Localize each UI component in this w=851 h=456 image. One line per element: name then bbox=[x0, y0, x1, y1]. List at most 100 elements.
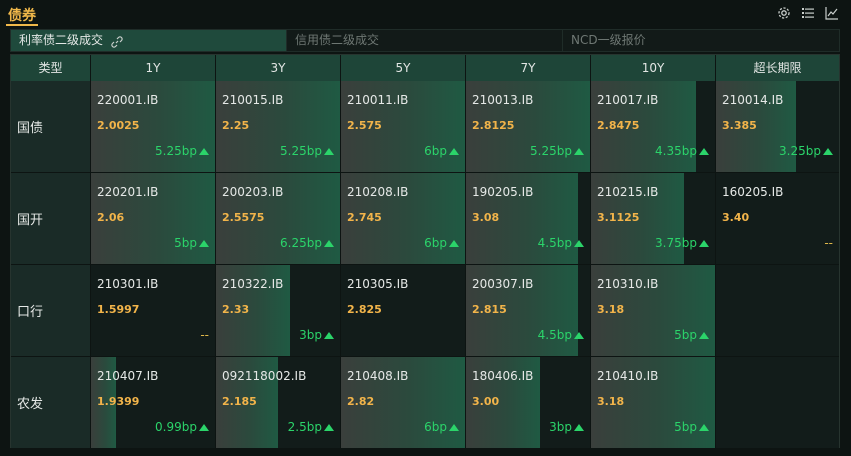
panel-header: 债券 bbox=[0, 0, 851, 28]
bond-cell[interactable]: 220001.IB 2.0025 5.25bp bbox=[91, 81, 216, 173]
bond-code: 190205.IB bbox=[472, 185, 534, 199]
bond-cell[interactable]: 092118002.IB 2.185 2.5bp bbox=[216, 357, 341, 449]
bond-cell[interactable]: 200307.IB 2.815 4.5bp bbox=[466, 265, 591, 357]
bond-cell[interactable]: 210013.IB 2.8125 5.25bp bbox=[466, 81, 591, 173]
up-arrow-icon bbox=[699, 239, 709, 247]
bond-yield: 2.33 bbox=[222, 303, 250, 316]
bond-cell[interactable]: 160205.IB 3.40 -- bbox=[716, 173, 839, 265]
line-chart-icon[interactable] bbox=[825, 6, 839, 20]
gear-icon[interactable] bbox=[777, 6, 791, 20]
bond-cell[interactable]: 210208.IB 2.745 6bp bbox=[341, 173, 466, 265]
bond-cell[interactable]: 220201.IB 2.06 5bp bbox=[91, 173, 216, 265]
tab-rate-bond-secondary[interactable]: 利率债二级成交 bbox=[11, 30, 287, 51]
bond-code: 200203.IB bbox=[222, 185, 284, 199]
up-arrow-icon bbox=[199, 423, 209, 431]
tab-bar: 利率债二级成交 信用债二级成交 NCD一级报价 bbox=[10, 29, 840, 52]
bond-code: 092118002.IB bbox=[222, 369, 307, 383]
yield-change-value: 6bp bbox=[424, 144, 447, 158]
bond-cell[interactable]: 210014.IB 3.385 3.25bp bbox=[716, 81, 839, 173]
bond-cell[interactable]: 210215.IB 3.1125 3.75bp bbox=[591, 173, 716, 265]
column-header-10y: 10Y bbox=[591, 55, 716, 81]
table-row: 国开 220201.IB 2.06 5bp 200203.IB 2.5575 6.25bp 2… bbox=[11, 173, 839, 265]
bond-yield: 3.18 bbox=[597, 395, 625, 408]
tab-ncd-primary-quote[interactable]: NCD一级报价 bbox=[563, 30, 839, 51]
yield-change-value: -- bbox=[824, 236, 833, 250]
column-header-7y: 7Y bbox=[466, 55, 591, 81]
yield-change-value: 5.25bp bbox=[280, 144, 322, 158]
bond-cell[interactable]: 210407.IB 1.9399 0.99bp bbox=[91, 357, 216, 449]
yield-change-value: 5.25bp bbox=[530, 144, 572, 158]
bond-yield: 3.18 bbox=[597, 303, 625, 316]
yield-change: 3bp bbox=[299, 328, 334, 342]
bond-yield: 2.25 bbox=[222, 119, 250, 132]
yield-change-value: 5bp bbox=[674, 328, 697, 342]
up-arrow-icon bbox=[574, 147, 584, 155]
bond-cell[interactable]: 210017.IB 2.8475 4.35bp bbox=[591, 81, 716, 173]
bond-yield: 3.08 bbox=[472, 211, 500, 224]
bond-yield: 2.8125 bbox=[472, 119, 515, 132]
bond-code: 160205.IB bbox=[722, 185, 784, 199]
bond-yield: 2.82 bbox=[347, 395, 375, 408]
up-arrow-icon bbox=[699, 331, 709, 339]
up-arrow-icon bbox=[199, 147, 209, 155]
up-arrow-icon bbox=[449, 239, 459, 247]
title-underline bbox=[6, 24, 38, 26]
bond-cell[interactable]: 210310.IB 3.18 5bp bbox=[591, 265, 716, 357]
list-icon[interactable] bbox=[801, 6, 815, 20]
yield-change: 5bp bbox=[674, 328, 709, 342]
tab-label: 利率债二级成交 bbox=[19, 33, 104, 47]
bond-cell[interactable]: 180406.IB 3.00 3bp bbox=[466, 357, 591, 449]
column-header-ultra-long: 超长期限 bbox=[716, 55, 839, 81]
bond-yield: 3.1125 bbox=[597, 211, 640, 224]
bond-cell bbox=[716, 357, 839, 449]
bond-code: 210301.IB bbox=[97, 277, 159, 291]
yield-change-value: 3.75bp bbox=[655, 236, 697, 250]
bond-code: 210407.IB bbox=[97, 369, 159, 383]
bond-code: 210015.IB bbox=[222, 93, 284, 107]
table-row: 口行 210301.IB 1.5997 -- 210322.IB 2.33 3bp 21030… bbox=[11, 265, 839, 357]
yield-change: 4.35bp bbox=[655, 144, 709, 158]
yield-change-value: 5bp bbox=[674, 420, 697, 434]
bond-code: 210215.IB bbox=[597, 185, 659, 199]
grid-header-row: 类型 1Y 3Y 5Y 7Y 10Y 超长期限 bbox=[11, 55, 839, 81]
yield-change-value: 6bp bbox=[424, 236, 447, 250]
yield-change: 0.99bp bbox=[155, 420, 209, 434]
bond-cell[interactable]: 200203.IB 2.5575 6.25bp bbox=[216, 173, 341, 265]
bond-yield: 2.8475 bbox=[597, 119, 640, 132]
tab-credit-bond-secondary[interactable]: 信用债二级成交 bbox=[287, 30, 563, 51]
bond-cell[interactable]: 210410.IB 3.18 5bp bbox=[591, 357, 716, 449]
yield-change: 6.25bp bbox=[280, 236, 334, 250]
up-arrow-icon bbox=[449, 147, 459, 155]
yield-change: 4.5bp bbox=[538, 236, 584, 250]
bond-code: 210013.IB bbox=[472, 93, 534, 107]
up-arrow-icon bbox=[324, 239, 334, 247]
yield-change-value: 0.99bp bbox=[155, 420, 197, 434]
up-arrow-icon bbox=[574, 239, 584, 247]
yield-change: 6bp bbox=[424, 144, 459, 158]
tab-label: 信用债二级成交 bbox=[295, 33, 380, 47]
column-header-3y: 3Y bbox=[216, 55, 341, 81]
bond-code: 210310.IB bbox=[597, 277, 659, 291]
bond-code: 220201.IB bbox=[97, 185, 159, 199]
bond-cell[interactable]: 210408.IB 2.82 6bp bbox=[341, 357, 466, 449]
up-arrow-icon bbox=[699, 423, 709, 431]
link-icon[interactable] bbox=[111, 34, 123, 55]
up-arrow-icon bbox=[574, 423, 584, 431]
yield-change: 5.25bp bbox=[280, 144, 334, 158]
yield-change-value: 3.25bp bbox=[779, 144, 821, 158]
bond-code: 220001.IB bbox=[97, 93, 159, 107]
bond-cell[interactable]: 190205.IB 3.08 4.5bp bbox=[466, 173, 591, 265]
bond-cell[interactable]: 210301.IB 1.5997 -- bbox=[91, 265, 216, 357]
yield-change-value: 5.25bp bbox=[155, 144, 197, 158]
bond-yield: 2.575 bbox=[347, 119, 382, 132]
yield-change: 6bp bbox=[424, 236, 459, 250]
yield-change-value: 4.5bp bbox=[537, 236, 572, 250]
bond-cell[interactable]: 210011.IB 2.575 6bp bbox=[341, 81, 466, 173]
bond-code: 210208.IB bbox=[347, 185, 409, 199]
bond-cell[interactable]: 210322.IB 2.33 3bp bbox=[216, 265, 341, 357]
up-arrow-icon bbox=[574, 331, 584, 339]
bond-cell[interactable]: 210305.IB 2.825 bbox=[341, 265, 466, 357]
yield-change: 5bp bbox=[174, 236, 209, 250]
bond-yield: 3.40 bbox=[722, 211, 750, 224]
bond-cell[interactable]: 210015.IB 2.25 5.25bp bbox=[216, 81, 341, 173]
